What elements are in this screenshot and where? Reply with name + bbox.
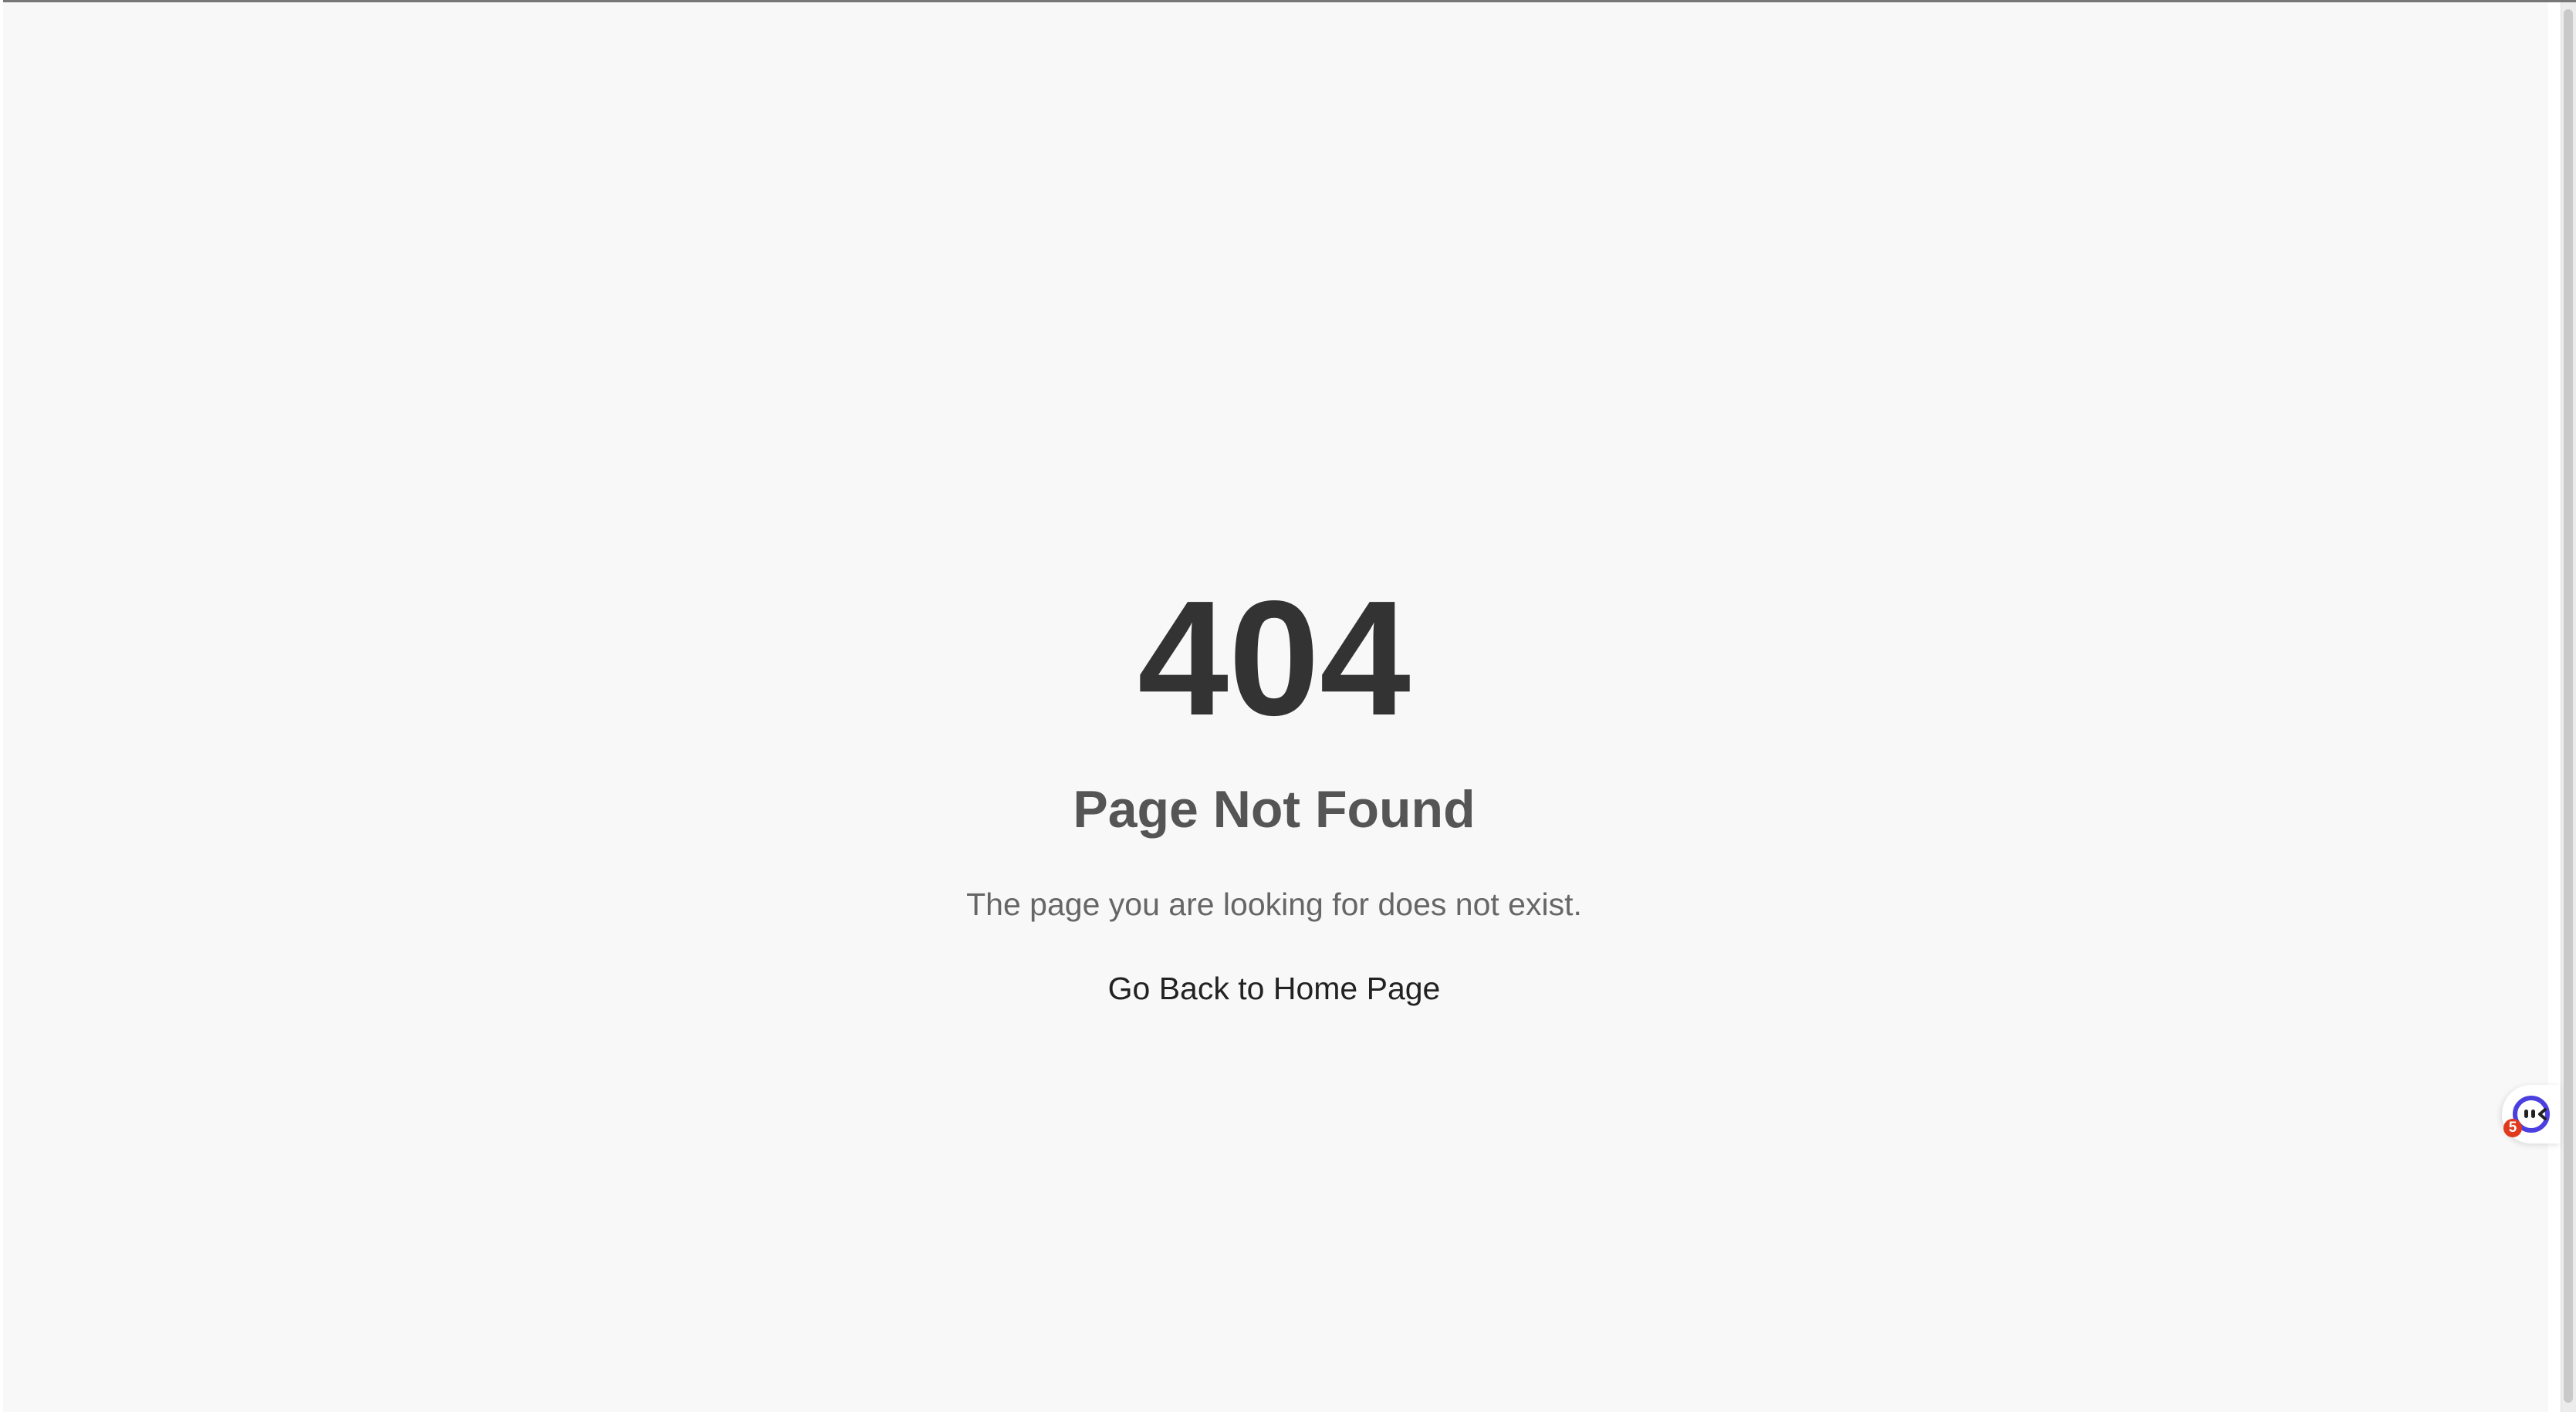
error-message: The page you are looking for does not ex… [966,887,1582,922]
go-home-link[interactable]: Go Back to Home Page [1108,966,1441,1011]
error-code: 404 [1138,566,1411,749]
assistant-widget-button[interactable]: 5 [2502,1085,2561,1143]
page-title: Page Not Found [1073,780,1476,839]
not-found-page: 404 Page Not Found The page you are look… [0,0,2548,1412]
notification-badge: 5 [2503,1119,2522,1137]
home-link-container: Go Back to Home Page [0,966,2548,1011]
scrollbar-thumb[interactable] [2564,9,2573,1403]
browser-viewport: 404 Page Not Found The page you are look… [0,0,2576,1412]
